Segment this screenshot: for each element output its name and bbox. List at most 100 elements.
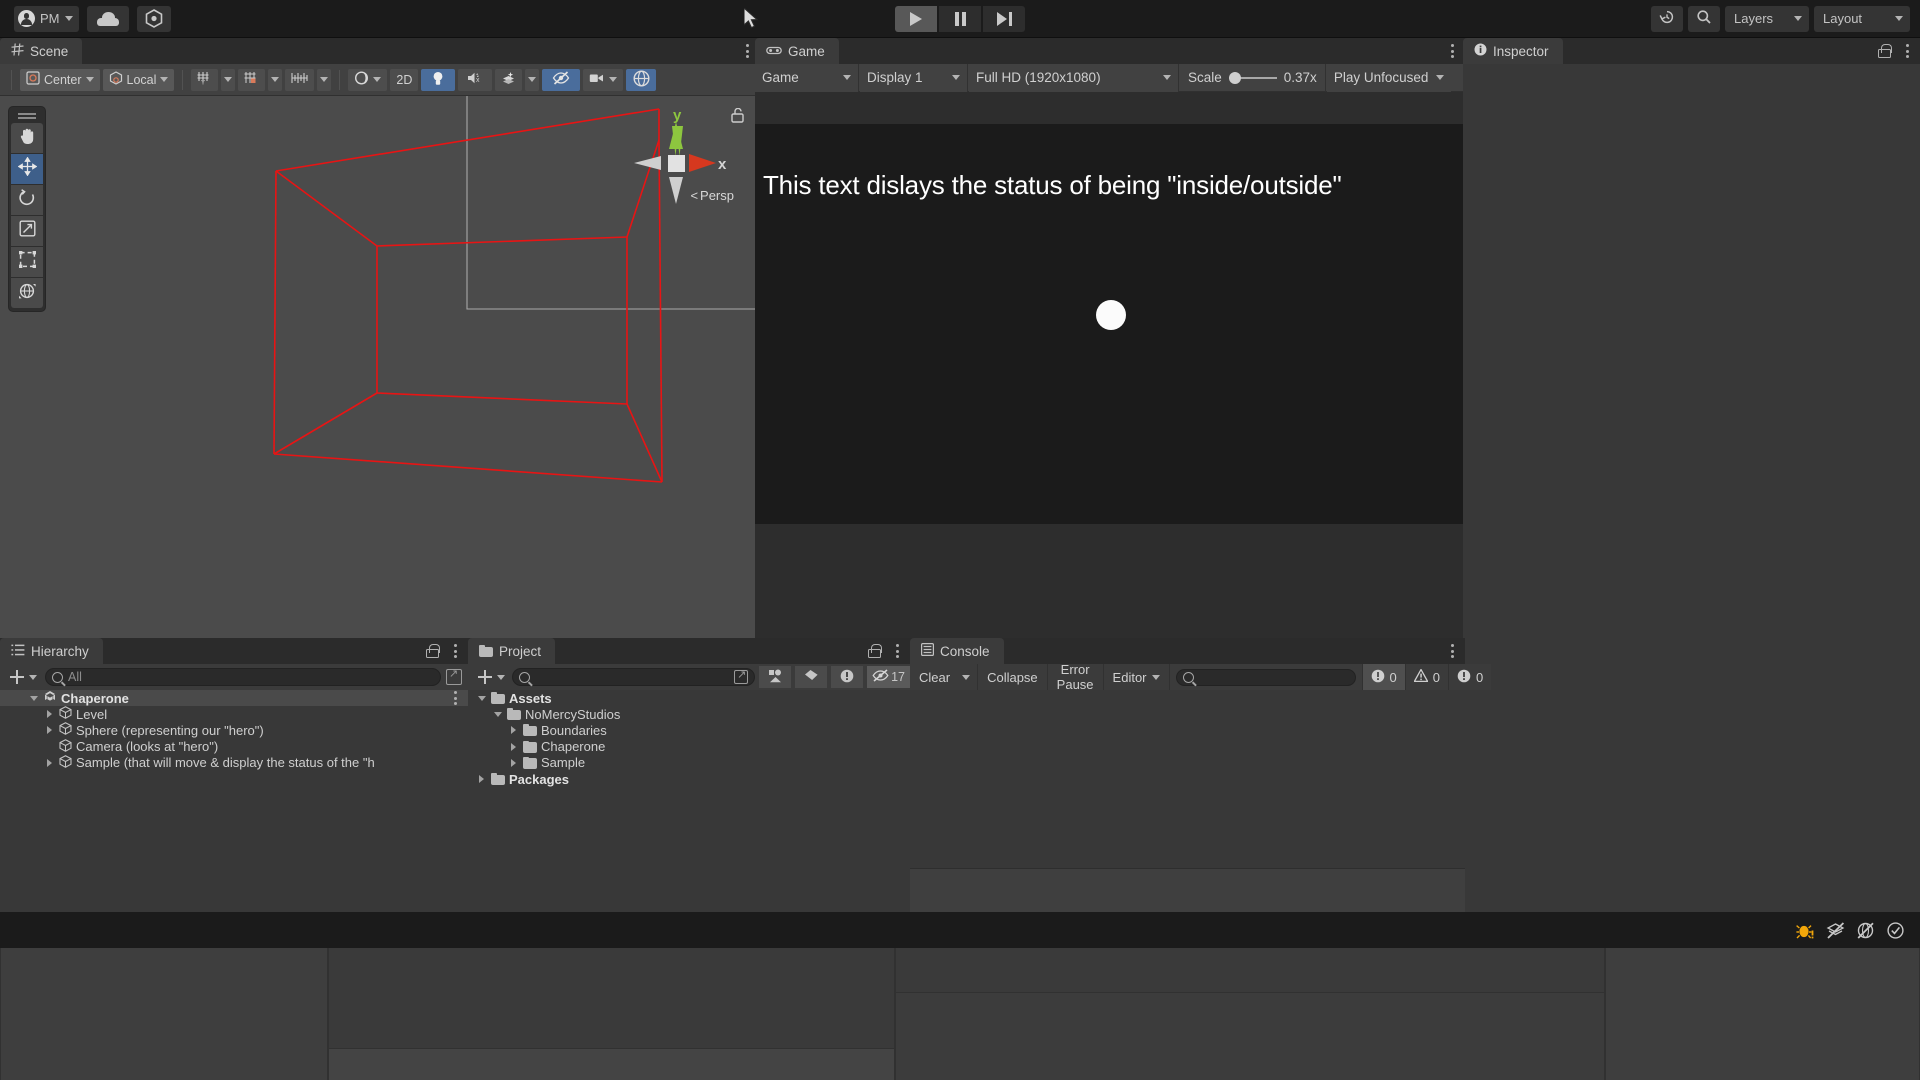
hierarchy-create-button[interactable]	[6, 669, 40, 685]
cloud-button[interactable]	[86, 5, 129, 32]
log-counter[interactable]: 0	[1361, 664, 1405, 690]
hand-tool[interactable]	[11, 123, 43, 153]
project-item-chaperone[interactable]: Chaperone	[468, 739, 910, 755]
hierarchy-sortmode-icon[interactable]	[446, 667, 462, 685]
layout-dropdown[interactable]: Layout	[1814, 5, 1910, 32]
no-preview-icon[interactable]	[1854, 919, 1876, 941]
lighting-toggle-button[interactable]	[421, 68, 456, 91]
grid-size-dropdown[interactable]	[317, 68, 332, 91]
game-render-area[interactable]: This text dislays the status of being "i…	[755, 124, 1465, 524]
shading-mode-button[interactable]	[348, 68, 388, 91]
play-button[interactable]	[895, 5, 937, 32]
hierarchy-item-sample[interactable]: Sample (that will move & display the sta…	[0, 755, 468, 771]
gizmos-toggle-button[interactable]	[626, 68, 657, 91]
console-search-input[interactable]	[1198, 670, 1360, 684]
clear-dropdown[interactable]	[955, 664, 979, 690]
editor-dropdown[interactable]: Editor	[1103, 664, 1170, 690]
expand-arrow-icon[interactable]	[44, 758, 55, 767]
expand-arrow-icon[interactable]	[476, 775, 487, 784]
game-menu-icon[interactable]	[1445, 44, 1459, 58]
2d-toggle-button[interactable]: 2D	[390, 68, 419, 91]
hierarchy-item-level[interactable]: Level	[0, 706, 468, 722]
project-search-field[interactable]	[512, 668, 756, 686]
console-log-list[interactable]	[910, 690, 1465, 868]
project-item-sample[interactable]: Sample	[468, 755, 910, 771]
project-menu-icon[interactable]	[890, 644, 904, 658]
project-tree[interactable]: Assets NoMercyStudios Boundaries Chaperone S…	[468, 690, 910, 938]
tab-scene[interactable]: Scene	[0, 38, 83, 64]
warning-filter-button[interactable]	[831, 666, 864, 688]
scene-perspective-label[interactable]: < Persp	[690, 188, 734, 203]
game-view-dropdown[interactable]: Game	[755, 63, 859, 92]
expand-arrow-icon[interactable]	[492, 711, 503, 717]
collapse-button[interactable]: Collapse	[978, 664, 1048, 690]
hierarchy-lock-icon[interactable]	[425, 644, 440, 658]
project-create-button[interactable]	[474, 669, 508, 685]
gizmo-lock-icon[interactable]	[731, 107, 744, 128]
label-filter-button[interactable]	[795, 666, 828, 688]
combined-transform-tool[interactable]	[11, 278, 43, 308]
hidden-assets-button[interactable]: 17	[867, 666, 910, 688]
snap-settings-button[interactable]	[238, 68, 266, 91]
account-button[interactable]: PM	[14, 5, 79, 32]
expand-arrow-icon[interactable]	[508, 758, 519, 767]
play-mode-dropdown[interactable]: Play Unfocused	[1326, 63, 1452, 92]
hidden-objects-button[interactable]	[542, 68, 581, 91]
step-button[interactable]	[983, 5, 1025, 32]
scene-camera-button[interactable]	[583, 68, 624, 91]
tab-console[interactable]: Console	[910, 638, 1004, 664]
pivot-mode-button[interactable]: Center	[20, 68, 100, 91]
resolution-dropdown[interactable]: Full HD (1920x1080)	[969, 63, 1179, 92]
effects-toggle-button[interactable]	[495, 68, 523, 91]
bug-warning-icon[interactable]	[1794, 919, 1816, 941]
expand-arrow-icon[interactable]	[28, 695, 39, 701]
hierarchy-menu-icon[interactable]	[448, 644, 462, 658]
inspector-lock-icon[interactable]	[1877, 44, 1892, 58]
pause-button[interactable]	[939, 5, 981, 32]
tab-game[interactable]: Game	[755, 38, 839, 64]
undo-history-button[interactable]	[1651, 5, 1683, 32]
expand-arrow-icon[interactable]	[508, 726, 519, 735]
layers-dropdown[interactable]: Layers	[1725, 5, 1809, 32]
expand-arrow-icon[interactable]	[44, 710, 55, 719]
scale-slider[interactable]	[1228, 71, 1277, 85]
grid-size-button[interactable]	[285, 68, 315, 91]
hierarchy-row-menu-icon[interactable]	[448, 691, 462, 706]
hierarchy-item-camera[interactable]: Camera (looks at "hero")	[0, 738, 468, 755]
tab-project[interactable]: Project	[468, 638, 556, 664]
rotate-tool[interactable]	[11, 185, 43, 215]
services-button[interactable]	[136, 5, 171, 32]
hierarchy-item-sphere[interactable]: Sphere (representing our "hero")	[0, 722, 468, 738]
audio-toggle-button[interactable]: x	[458, 68, 493, 91]
project-item-boundaries[interactable]: Boundaries	[468, 722, 910, 738]
grid-dropdown[interactable]	[221, 68, 236, 91]
snap-dropdown[interactable]	[268, 68, 283, 91]
search-button[interactable]	[1688, 5, 1720, 32]
drag-handle[interactable]	[18, 113, 36, 119]
tab-hierarchy[interactable]: Hierarchy	[0, 638, 103, 664]
expand-arrow-icon[interactable]	[476, 695, 487, 701]
layers-disabled-icon[interactable]	[1824, 919, 1846, 941]
project-search-expand-icon[interactable]	[734, 668, 749, 684]
move-tool[interactable]	[11, 154, 43, 184]
scene-menu-icon[interactable]	[740, 44, 754, 58]
inspector-menu-icon[interactable]	[1900, 44, 1914, 58]
slider-knob[interactable]	[1228, 71, 1241, 84]
grid-visibility-button[interactable]: Y	[191, 68, 219, 91]
display-dropdown[interactable]: Display 1	[860, 63, 968, 92]
asset-type-filter-button[interactable]	[759, 666, 792, 688]
console-search-field[interactable]	[1175, 668, 1360, 686]
project-lock-icon[interactable]	[867, 644, 882, 658]
console-menu-icon[interactable]	[1445, 644, 1459, 658]
game-viewport[interactable]: This text dislays the status of being "i…	[755, 92, 1465, 648]
scale-tool[interactable]	[11, 216, 43, 246]
tab-inspector[interactable]: Inspector	[1463, 38, 1563, 64]
clear-button[interactable]: Clear	[910, 664, 956, 690]
expand-arrow-icon[interactable]	[508, 742, 519, 751]
project-search-input[interactable]	[535, 670, 730, 684]
project-item-packages[interactable]: Packages	[468, 771, 910, 787]
hierarchy-search-field[interactable]	[45, 668, 441, 686]
error-counter[interactable]: 0	[1447, 664, 1492, 690]
project-item-nomercystudios[interactable]: NoMercyStudios	[468, 706, 910, 722]
rotation-mode-button[interactable]: Local	[102, 68, 175, 91]
